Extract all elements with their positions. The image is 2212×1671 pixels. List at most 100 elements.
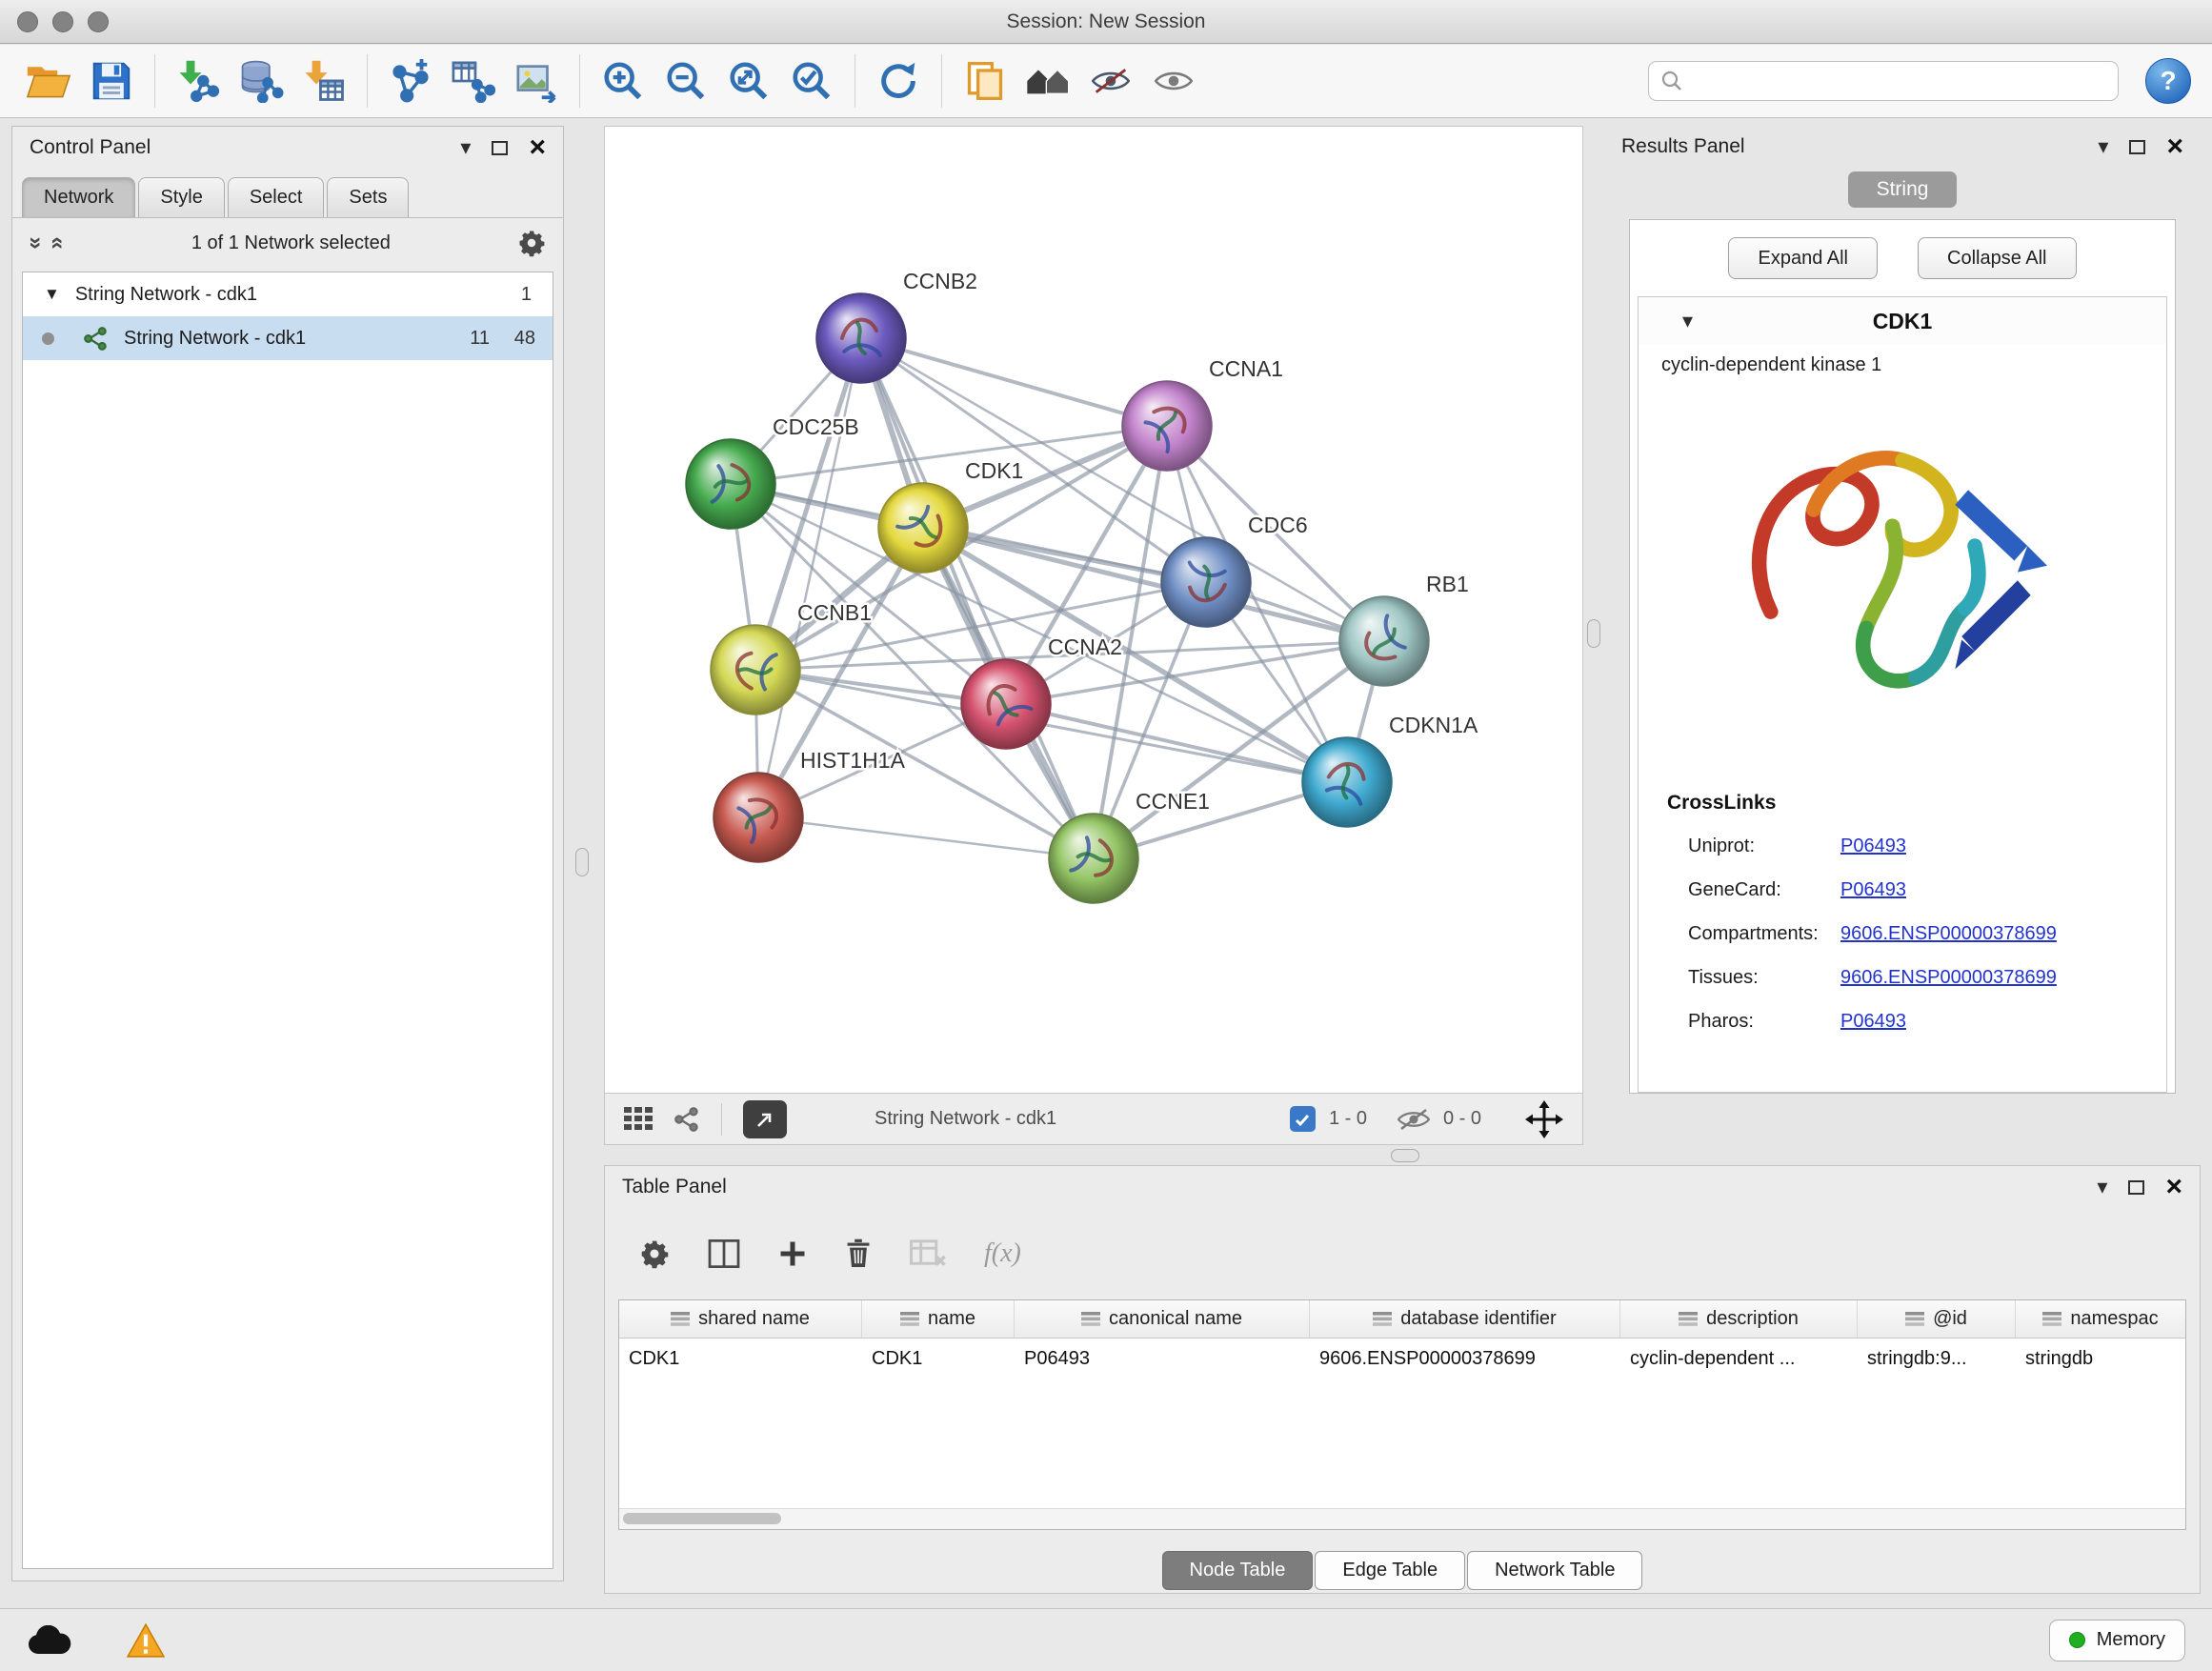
expand-all-button[interactable]: Expand All — [1728, 237, 1878, 279]
network-node-cdc6[interactable] — [1161, 537, 1251, 627]
network-collection-row[interactable]: ▼ String Network - cdk1 1 — [23, 272, 553, 316]
crosslink-genecard-link[interactable]: P06493 — [1840, 879, 1906, 901]
zoom-fit-button[interactable] — [721, 50, 776, 111]
help-button[interactable]: ? — [2145, 58, 2191, 104]
move-crosshair-icon[interactable] — [1525, 1100, 1563, 1138]
copy-button[interactable] — [957, 50, 1013, 111]
right-splitter-grip[interactable] — [1587, 619, 1600, 648]
tree-caret-icon[interactable]: ▼ — [44, 285, 60, 304]
crosslink-pharos-link[interactable]: P06493 — [1840, 1011, 1906, 1033]
add-column-plus-icon[interactable] — [778, 1239, 807, 1268]
column-header-id[interactable]: @id — [1858, 1300, 2016, 1338]
import-network-from-database-button[interactable] — [233, 50, 289, 111]
show-columns-icon[interactable] — [708, 1239, 740, 1268]
protein-section-header[interactable]: ▾ CDK1 — [1639, 297, 2166, 345]
crosslink-compartments-link[interactable]: 9606.ENSP00000378699 — [1840, 923, 2057, 945]
home-button[interactable] — [1020, 50, 1076, 111]
panel-menu-caret-icon[interactable]: ▾ — [460, 137, 471, 158]
column-header-database-identifier[interactable]: database identifier — [1310, 1300, 1620, 1338]
column-header-namespace[interactable]: namespac — [2016, 1300, 2185, 1338]
bottom-splitter-grip[interactable] — [1391, 1149, 1419, 1162]
table-horizontal-scrollbar[interactable] — [619, 1508, 2185, 1529]
selection-checkbox[interactable] — [1290, 1106, 1316, 1132]
export-image-button[interactable] — [509, 50, 564, 111]
network-node-cdk1[interactable] — [878, 483, 968, 573]
section-caret-icon[interactable]: ▾ — [1682, 311, 1693, 332]
open-session-button[interactable] — [21, 50, 76, 111]
close-panel-icon[interactable]: × — [2166, 132, 2183, 161]
expand-all-icon[interactable]: « — [45, 236, 71, 249]
show-panel-button[interactable] — [1146, 50, 1201, 111]
cell-name[interactable]: CDK1 — [862, 1348, 1015, 1370]
crosslink-uniprot-link[interactable]: P06493 — [1840, 836, 1906, 857]
hide-panel-button[interactable] — [1083, 50, 1138, 111]
new-network-from-table-button[interactable] — [446, 50, 501, 111]
tab-select[interactable]: Select — [228, 177, 325, 217]
cloud-icon[interactable] — [27, 1625, 72, 1656]
tab-style[interactable]: Style — [138, 177, 224, 217]
panel-menu-caret-icon[interactable]: ▾ — [2098, 136, 2108, 157]
network-node-ccna2[interactable] — [961, 659, 1051, 749]
network-node-cdc25b[interactable] — [686, 439, 775, 529]
network-edge[interactable] — [758, 338, 861, 817]
table-settings-gear-icon[interactable] — [639, 1238, 670, 1269]
network-edge[interactable] — [758, 817, 1094, 858]
network-node-hist1h1a[interactable] — [714, 773, 803, 862]
network-edge[interactable] — [861, 338, 1167, 426]
network-edge[interactable] — [861, 338, 1094, 858]
network-node-ccna1[interactable] — [1122, 381, 1212, 471]
network-node-ccnb2[interactable] — [816, 293, 906, 383]
memory-button[interactable]: Memory — [2049, 1620, 2185, 1661]
zoom-selected-button[interactable] — [784, 50, 839, 111]
network-node-cdkn1a[interactable] — [1302, 737, 1392, 827]
network-node-ccnb1[interactable] — [711, 625, 800, 715]
import-network-from-file-button[interactable] — [171, 50, 226, 111]
network-share-icon[interactable] — [674, 1106, 700, 1133]
network-node-rb1[interactable] — [1339, 596, 1429, 686]
column-header-canonical-name[interactable]: canonical name — [1015, 1300, 1310, 1338]
network-edge[interactable] — [1006, 704, 1347, 782]
import-table-from-file-button[interactable] — [296, 50, 352, 111]
tab-edge-table[interactable]: Edge Table — [1315, 1551, 1465, 1590]
cell-description[interactable]: cyclin-dependent ... — [1620, 1348, 1858, 1370]
open-in-window-button[interactable] — [743, 1100, 787, 1138]
panel-menu-caret-icon[interactable]: ▾ — [2097, 1177, 2107, 1198]
tab-string[interactable]: String — [1848, 171, 1958, 208]
column-header-name[interactable]: name — [862, 1300, 1015, 1338]
close-panel-icon[interactable]: × — [2165, 1173, 2182, 1201]
function-builder-button[interactable]: f(x) — [984, 1238, 1021, 1269]
float-panel-icon[interactable] — [492, 141, 508, 155]
refresh-button[interactable] — [871, 50, 926, 111]
hidden-eye-slash-icon[interactable] — [1398, 1108, 1430, 1131]
crosslink-tissues-link[interactable]: 9606.ENSP00000378699 — [1840, 967, 2057, 989]
float-panel-icon[interactable] — [2128, 1180, 2144, 1195]
cell-canonical-name[interactable]: P06493 — [1015, 1348, 1310, 1370]
close-panel-icon[interactable]: × — [529, 133, 546, 162]
left-splitter-grip[interactable] — [575, 848, 589, 876]
cell-database-identifier[interactable]: 9606.ENSP00000378699 — [1310, 1348, 1620, 1370]
network-canvas[interactable]: CCNB2CCNA1CDC25BCDK1CDC6RB1CCNB1CCNA2CDK… — [605, 127, 1582, 1093]
network-node-ccne1[interactable] — [1049, 814, 1138, 903]
tab-network[interactable]: Network — [22, 177, 135, 217]
search-input[interactable] — [1693, 70, 2106, 91]
tab-sets[interactable]: Sets — [327, 177, 409, 217]
table-row[interactable]: CDK1 CDK1 P06493 9606.ENSP00000378699 cy… — [619, 1339, 2185, 1379]
zoom-out-button[interactable] — [658, 50, 714, 111]
zoom-in-button[interactable] — [595, 50, 651, 111]
new-network-button[interactable] — [383, 50, 438, 111]
tab-network-table[interactable]: Network Table — [1467, 1551, 1642, 1590]
network-options-gear-icon[interactable] — [517, 229, 546, 257]
column-header-description[interactable]: description — [1620, 1300, 1858, 1338]
cell-shared-name[interactable]: CDK1 — [619, 1348, 862, 1370]
tab-node-table[interactable]: Node Table — [1162, 1551, 1314, 1590]
scrollbar-thumb[interactable] — [623, 1513, 781, 1524]
float-panel-icon[interactable] — [2129, 140, 2145, 154]
cell-namespace[interactable]: stringdb — [2016, 1348, 2185, 1370]
save-session-button[interactable] — [84, 50, 139, 111]
column-header-shared-name[interactable]: shared name — [619, 1300, 862, 1338]
collapse-all-button[interactable]: Collapse All — [1918, 237, 2077, 279]
network-row[interactable]: String Network - cdk1 11 48 — [23, 316, 553, 360]
birds-eye-view-icon[interactable] — [624, 1106, 653, 1133]
warning-icon[interactable] — [126, 1622, 166, 1659]
cell-id[interactable]: stringdb:9... — [1858, 1348, 2016, 1370]
